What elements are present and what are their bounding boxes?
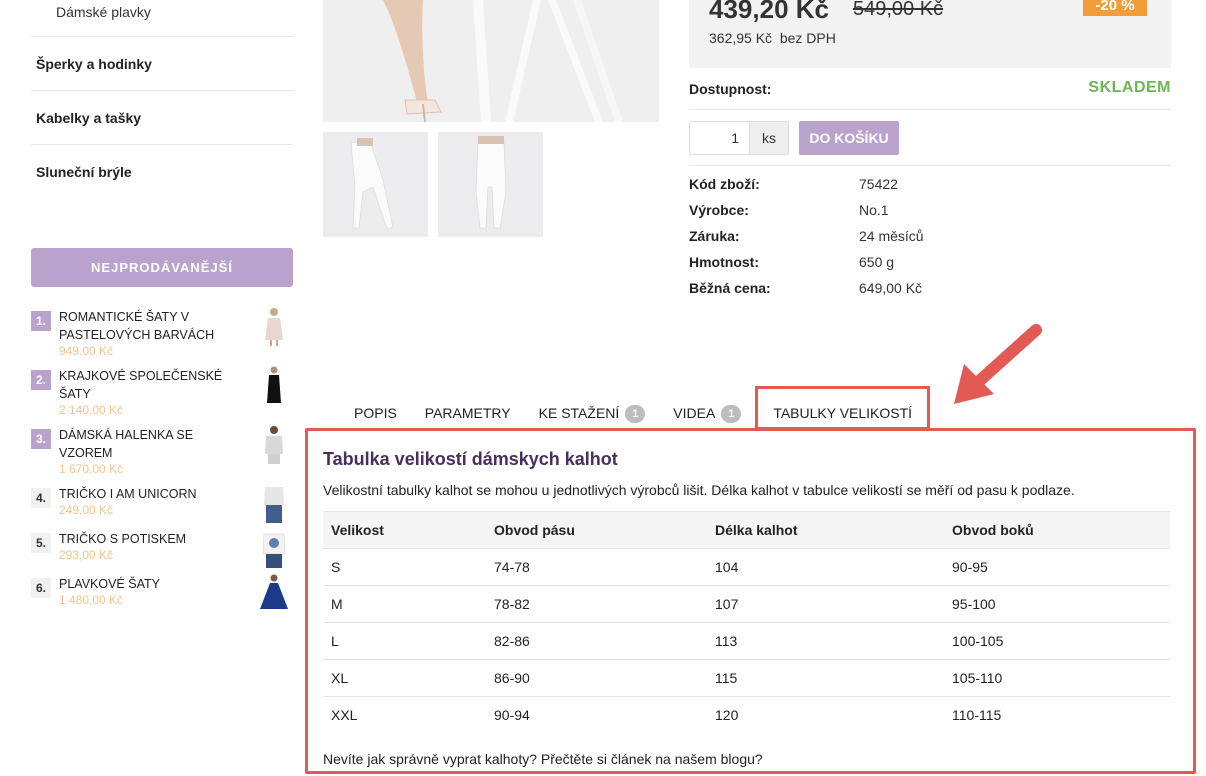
quantity-unit: ks (749, 122, 788, 154)
product-thumbnail-2[interactable] (438, 132, 543, 237)
bestseller-item[interactable]: 4. Tričko I am unicorn 249,00 Kč (31, 483, 293, 528)
rank-badge: 6. (31, 578, 51, 598)
bestseller-price: 249,00 Kč (59, 503, 114, 517)
product-thumbnail[interactable] (255, 306, 293, 346)
bestseller-item[interactable]: 5. Tričko s potiskem 293,00 Kč (31, 528, 293, 573)
old-price: 549,00 Kč (853, 0, 944, 20)
tab-parametry[interactable]: Parametry (411, 398, 525, 430)
bestseller-name[interactable]: Krajkové společenské šaty (59, 367, 229, 403)
arrow-annotation-icon (954, 324, 1042, 404)
bestseller-item[interactable]: 1. Romantické šaty v pastelových barvách… (31, 306, 293, 365)
bestseller-price: 293,00 Kč (59, 548, 114, 562)
table-row: L 82-86 113 100-105 (323, 622, 1170, 660)
price: 439,20 Kč (709, 0, 829, 24)
sidebar: Dámské plavky Šperky a hodinky Kabelky a… (31, 0, 293, 613)
rank-badge: 2. (31, 370, 51, 390)
product-specs: Kód zboží: 75422 Výrobce: No.1 Záruka: 24 m… (689, 176, 924, 306)
product-thumbnail[interactable] (255, 424, 293, 464)
availability-row: Dostupnost: SKLADEM (689, 78, 1171, 110)
product-thumbnail[interactable] (255, 528, 293, 568)
rank-badge: 4. (31, 488, 51, 508)
spec-row: Hmotnost: 650 g (689, 254, 895, 270)
bestseller-price: 2 140,00 Kč (59, 403, 124, 417)
quantity-stepper: ks (689, 121, 789, 155)
rank-badge: 3. (31, 429, 51, 449)
bestseller-price: 1 670,00 Kč (59, 462, 124, 476)
product-thumbnail[interactable] (255, 483, 293, 523)
table-row: M 78-82 107 95-100 (323, 585, 1170, 623)
bestseller-price: 1 480,00 Kč (59, 593, 124, 607)
bestseller-item[interactable]: 2. Krajkové společenské šaty 2 140,00 Kč (31, 365, 293, 424)
bestseller-price: 949,00 Kč (59, 344, 114, 358)
rank-badge: 5. (31, 533, 51, 553)
bestseller-name[interactable]: Tričko I am unicorn (59, 485, 229, 503)
table-row: XL 86-90 115 105-110 (323, 659, 1170, 697)
bestseller-name[interactable]: Romantické šaty v pastelových barvách (59, 308, 229, 344)
tab-videa[interactable]: Videa 1 (659, 398, 755, 430)
spec-row: Běžná cena: 649,00 Kč (689, 280, 923, 296)
panel-description: Velikostní tabulky kalhot se mohou u jed… (323, 482, 1075, 498)
price-box: 439,20 Kč 549,00 Kč 362,95 Kč bez DPH -2… (689, 0, 1171, 68)
availability-status: SKLADEM (1088, 79, 1171, 96)
product-thumbnail-1[interactable] (323, 132, 428, 237)
tab-ke-stazeni[interactable]: Ke stažení 1 (525, 398, 660, 430)
add-to-cart-button[interactable]: DO KOŠÍKU (799, 121, 899, 155)
tab-popis[interactable]: Popis (340, 398, 411, 430)
net-price: 362,95 Kč bez DPH (709, 30, 836, 46)
size-table-panel: Tabulka velikostí dámskych kalhot Veliko… (305, 428, 1196, 774)
product-main-image[interactable] (323, 0, 659, 122)
bestseller-name[interactable]: Plavkové šaty (59, 575, 229, 593)
table-row: XXL 90-94 120 110-115 (331, 707, 1002, 724)
tab-tabulky-velikosti[interactable]: Tabulky velikostí (755, 386, 931, 430)
category-kabelky-a-tasky[interactable]: Kabelky a tašky (31, 91, 293, 145)
category-slunecni-bryle[interactable]: Sluneční brýle (31, 145, 293, 199)
product-tabs: Popis Parametry Ke stažení 1 Videa 1 Tabul… (340, 386, 931, 430)
spec-row: Výrobce: No.1 (689, 202, 889, 218)
bestsellers-list: 1. Romantické šaty v pastelových barvách… (31, 306, 293, 618)
count-badge: 1 (625, 405, 646, 423)
rank-badge: 1. (31, 311, 51, 331)
divider (689, 165, 1171, 166)
product-thumbnail[interactable] (255, 573, 293, 613)
panel-title: Tabulka velikostí dámskych kalhot (323, 449, 618, 469)
bestsellers-header: NEJPRODÁVANĚJŠÍ (31, 248, 293, 287)
bestseller-item[interactable]: 3. Dámská halenka se vzorem 1 670,00 Kč (31, 424, 293, 483)
count-badge: 1 (721, 405, 742, 423)
bestseller-name[interactable]: Dámská halenka se vzorem (59, 426, 229, 462)
size-table: Velikost Obvod pásu Délka kalhot Obvod b… (323, 511, 1170, 734)
category-damske-plavky[interactable]: Dámské plavky (31, 0, 293, 37)
product-thumbnail[interactable] (255, 365, 293, 405)
discount-badge: -20 % (1083, 0, 1147, 16)
table-row: S 74-78 104 90-95 (323, 548, 1170, 586)
spec-row: Záruka: 24 měsíců (689, 228, 924, 244)
table-header-row: Velikost Obvod pásu Délka kalhot Obvod b… (323, 511, 1170, 549)
spec-row: Kód zboží: 75422 (689, 176, 898, 192)
quantity-input[interactable] (690, 122, 749, 154)
category-sperky-a-hodinky[interactable]: Šperky a hodinky (31, 37, 293, 91)
bestseller-name[interactable]: Tričko s potiskem (59, 530, 229, 548)
bestseller-item[interactable]: 6. Plavkové šaty 1 480,00 Kč (31, 573, 293, 618)
blog-note[interactable]: Nevíte jak správně vyprat kalhoty? Přečt… (323, 751, 763, 767)
availability-label: Dostupnost: (689, 81, 772, 97)
